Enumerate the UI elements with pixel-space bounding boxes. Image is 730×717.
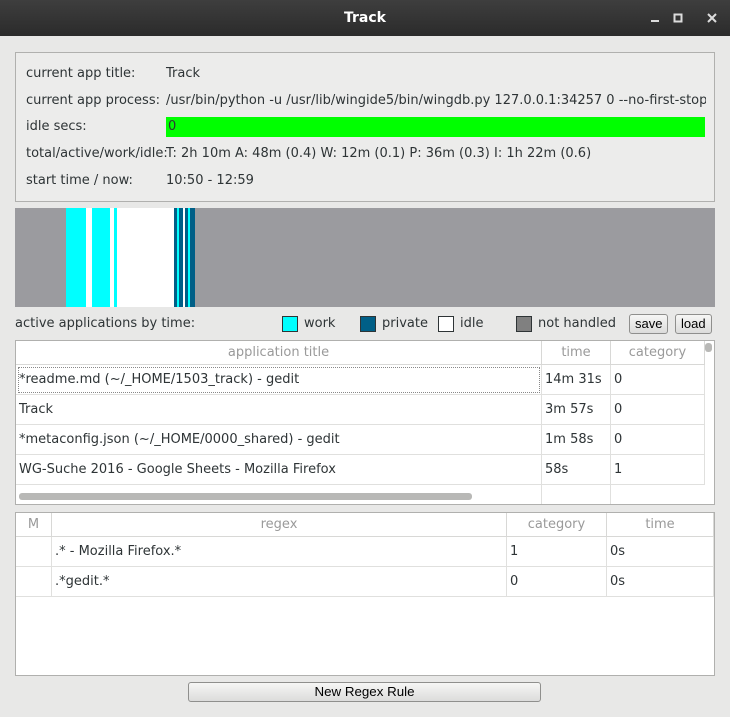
timeline-segment-private bbox=[190, 208, 195, 307]
active-apps-label: active applications by time: bbox=[15, 316, 196, 331]
process-label: current app process: bbox=[26, 93, 160, 108]
rule-row-m[interactable] bbox=[16, 567, 52, 597]
idle-label: idle secs: bbox=[26, 119, 87, 134]
app-title-label: current app title: bbox=[26, 66, 136, 81]
title-bar: Track bbox=[0, 0, 730, 36]
column-header-m[interactable]: M bbox=[16, 513, 52, 537]
time-label: start time / now: bbox=[26, 173, 133, 188]
app-row-category[interactable]: 0 bbox=[611, 365, 705, 395]
process-value: /usr/bin/python -u /usr/lib/wingide5/bin… bbox=[166, 93, 706, 108]
minimize-icon[interactable] bbox=[646, 9, 664, 27]
rule-row-regex[interactable]: .* - Mozilla Firefox.* bbox=[52, 537, 507, 567]
idle-bar: 0 bbox=[166, 117, 705, 137]
timeline-segment-idle bbox=[117, 208, 174, 307]
app-row-time[interactable]: 58s bbox=[542, 455, 611, 485]
app-row-time[interactable]: 14m 31s bbox=[542, 365, 611, 395]
column-header-time[interactable]: time bbox=[542, 341, 611, 365]
regex-rules-table[interactable]: M regex category time .* - Mozilla Firef… bbox=[15, 512, 715, 676]
idle-swatch bbox=[438, 316, 454, 332]
app-row-category[interactable]: 0 bbox=[611, 425, 705, 455]
rule-row-time[interactable]: 0s bbox=[607, 567, 714, 597]
load-button[interactable]: load bbox=[675, 314, 712, 334]
rule-row-regex[interactable]: .*gedit.* bbox=[52, 567, 507, 597]
totals-value: T: 2h 10m A: 48m (0.4) W: 12m (0.1) P: 3… bbox=[166, 146, 592, 161]
timeline-segment-work bbox=[92, 208, 110, 307]
activity-timeline[interactable] bbox=[15, 208, 715, 307]
column-header-category[interactable]: category bbox=[611, 341, 705, 365]
rule-row-time[interactable]: 0s bbox=[607, 537, 714, 567]
legend-row: active applications by time: work privat… bbox=[0, 313, 730, 335]
app-row-title[interactable]: *readme.md (~/_HOME/1503_track) - gedit bbox=[16, 365, 542, 395]
app-row-time[interactable]: 3m 57s bbox=[542, 395, 611, 425]
info-panel: current app title: Track current app pro… bbox=[15, 52, 715, 202]
column-header-title[interactable]: application title bbox=[16, 341, 542, 365]
rule-row-category[interactable]: 0 bbox=[507, 567, 607, 597]
work-swatch bbox=[282, 316, 298, 332]
not-handled-swatch bbox=[516, 316, 532, 332]
column-header-time[interactable]: time bbox=[607, 513, 714, 537]
maximize-icon[interactable] bbox=[669, 9, 687, 27]
idle-legend-label: idle bbox=[460, 316, 484, 331]
close-icon[interactable] bbox=[703, 9, 721, 27]
save-button[interactable]: save bbox=[629, 314, 669, 334]
app-row-title[interactable]: *metaconfig.json (~/_HOME/0000_shared) -… bbox=[16, 425, 542, 455]
rule-row-m[interactable] bbox=[16, 537, 52, 567]
window-title: Track bbox=[344, 10, 386, 26]
table-row-partial bbox=[542, 485, 611, 504]
private-label: private bbox=[382, 316, 428, 331]
column-header-regex[interactable]: regex bbox=[52, 513, 507, 537]
app-title-value: Track bbox=[166, 66, 201, 81]
totals-label: total/active/work/idle: bbox=[26, 146, 168, 161]
vertical-scrollbar[interactable] bbox=[705, 343, 712, 352]
horizontal-scrollbar[interactable] bbox=[19, 493, 472, 500]
app-row-category[interactable]: 1 bbox=[611, 455, 705, 485]
time-value: 10:50 - 12:59 bbox=[166, 173, 254, 188]
not-handled-label: not handled bbox=[538, 316, 616, 331]
applications-table[interactable]: application title time category *readme.… bbox=[15, 340, 715, 505]
idle-value: 0 bbox=[168, 119, 177, 134]
app-row-title[interactable]: Track bbox=[16, 395, 542, 425]
app-row-title[interactable]: WG-Suche 2016 - Google Sheets - Mozilla … bbox=[16, 455, 542, 485]
app-row-category[interactable]: 0 bbox=[611, 395, 705, 425]
work-label: work bbox=[304, 316, 336, 331]
new-regex-rule-button[interactable]: New Regex Rule bbox=[188, 682, 541, 702]
rule-row-category[interactable]: 1 bbox=[507, 537, 607, 567]
timeline-segment-work bbox=[66, 208, 86, 307]
private-swatch bbox=[360, 316, 376, 332]
column-header-category[interactable]: category bbox=[507, 513, 607, 537]
app-row-time[interactable]: 1m 58s bbox=[542, 425, 611, 455]
